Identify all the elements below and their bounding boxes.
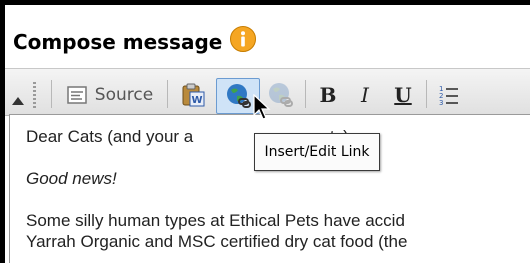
source-button[interactable]: Source — [60, 78, 160, 112]
source-icon — [67, 86, 87, 104]
insert-link-tooltip: Insert/Edit Link — [254, 133, 380, 171]
compose-title: Compose message — [13, 30, 223, 54]
greeting-start: Dear Cats (and your a — [26, 127, 194, 146]
numbered-list-icon: 1 2 3 — [439, 85, 458, 107]
editor-paragraph: Yarrah Organic and MSC certified dry cat… — [26, 232, 408, 251]
numbered-list-button[interactable]: 1 2 3 — [433, 78, 463, 112]
paste-from-word-button[interactable]: W — [175, 78, 211, 112]
toolbar-grip — [33, 82, 36, 108]
italic-label: I — [361, 83, 369, 107]
editor-paragraph: Some silly human types at Ethical Pets h… — [26, 211, 405, 230]
window-border-top — [0, 0, 530, 5]
mouse-cursor-icon — [253, 94, 271, 120]
underline-label: U — [394, 83, 412, 107]
window-border-left — [0, 0, 5, 263]
source-label: Source — [94, 85, 154, 105]
toolbar-separator — [167, 80, 168, 108]
toolbar-separator — [426, 80, 427, 108]
toolbar-separator — [305, 80, 306, 108]
svg-text:W: W — [191, 95, 202, 106]
info-circle-icon[interactable] — [230, 26, 257, 52]
editor-paragraph-italic: Good news! — [26, 169, 117, 188]
collapse-toolbar-icon[interactable] — [12, 97, 24, 105]
bold-button[interactable]: B — [313, 78, 343, 112]
underline-button[interactable]: U — [388, 78, 418, 112]
compose-heading: Compose message — [13, 26, 257, 55]
paste-from-word-icon: W — [182, 83, 205, 107]
insert-link-icon — [227, 84, 251, 108]
compose-panel: Compose message Source W B I U 1 2 3 Dea… — [0, 0, 530, 263]
bold-label: B — [319, 83, 337, 107]
toolbar-separator — [51, 80, 52, 108]
italic-button[interactable]: I — [350, 78, 380, 112]
svg-text:3: 3 — [439, 99, 443, 107]
